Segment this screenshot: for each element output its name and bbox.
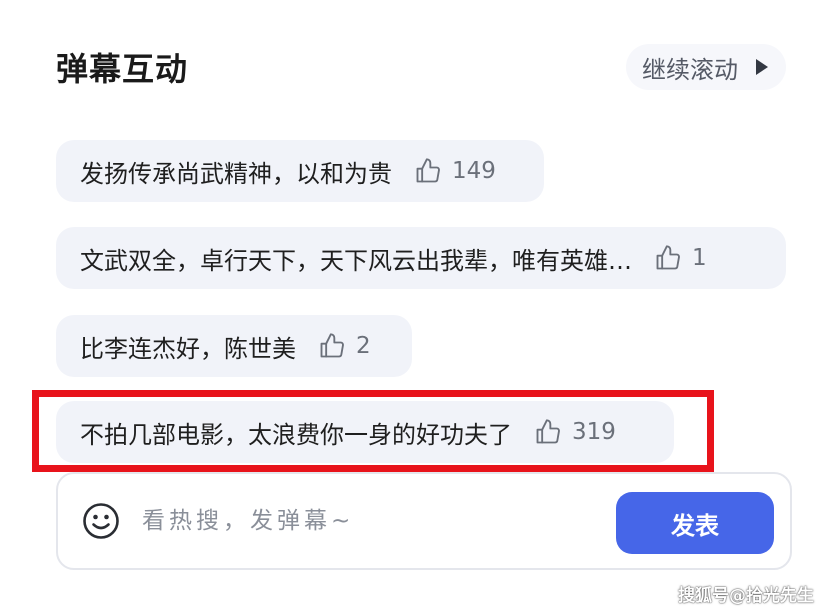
like-count: 2 — [356, 333, 371, 359]
highlight-box — [32, 390, 714, 472]
danmaku-item: 比李连杰好，陈世美 2 — [56, 315, 412, 377]
continue-scroll-button[interactable]: 继续滚动 — [626, 44, 786, 90]
danmaku-text: 发扬传承尚武精神，以和为贵 — [80, 159, 392, 188]
play-icon — [756, 59, 768, 75]
like-count: 149 — [452, 158, 496, 184]
danmaku-item: 发扬传承尚武精神，以和为贵 149 — [56, 140, 544, 202]
like-count: 1 — [692, 245, 707, 271]
thumbs-up-icon — [416, 158, 440, 183]
like-button[interactable]: 2 — [318, 332, 371, 360]
danmaku-text: 比李连杰好，陈世美 — [80, 334, 296, 363]
thumbs-up-icon — [320, 333, 344, 358]
danmaku-input[interactable] — [140, 500, 584, 542]
watermark: 搜狐号@拾光先生 — [678, 586, 814, 606]
thumbs-up-icon — [656, 245, 680, 270]
page-title: 弹幕互动 — [56, 50, 189, 88]
send-button[interactable]: 发表 — [616, 492, 774, 554]
danmaku-composer: 发表 — [56, 472, 792, 570]
emoji-icon[interactable] — [82, 502, 120, 540]
danmaku-item: 文武双全，卓行天下，天下风云出我辈，唯有英雄… 1 — [56, 227, 786, 289]
like-button[interactable]: 149 — [414, 157, 496, 185]
like-button[interactable]: 1 — [654, 244, 707, 272]
continue-scroll-label: 继续滚动 — [642, 55, 738, 84]
danmaku-text: 文武双全，卓行天下，天下风云出我辈，唯有英雄… — [80, 246, 632, 275]
